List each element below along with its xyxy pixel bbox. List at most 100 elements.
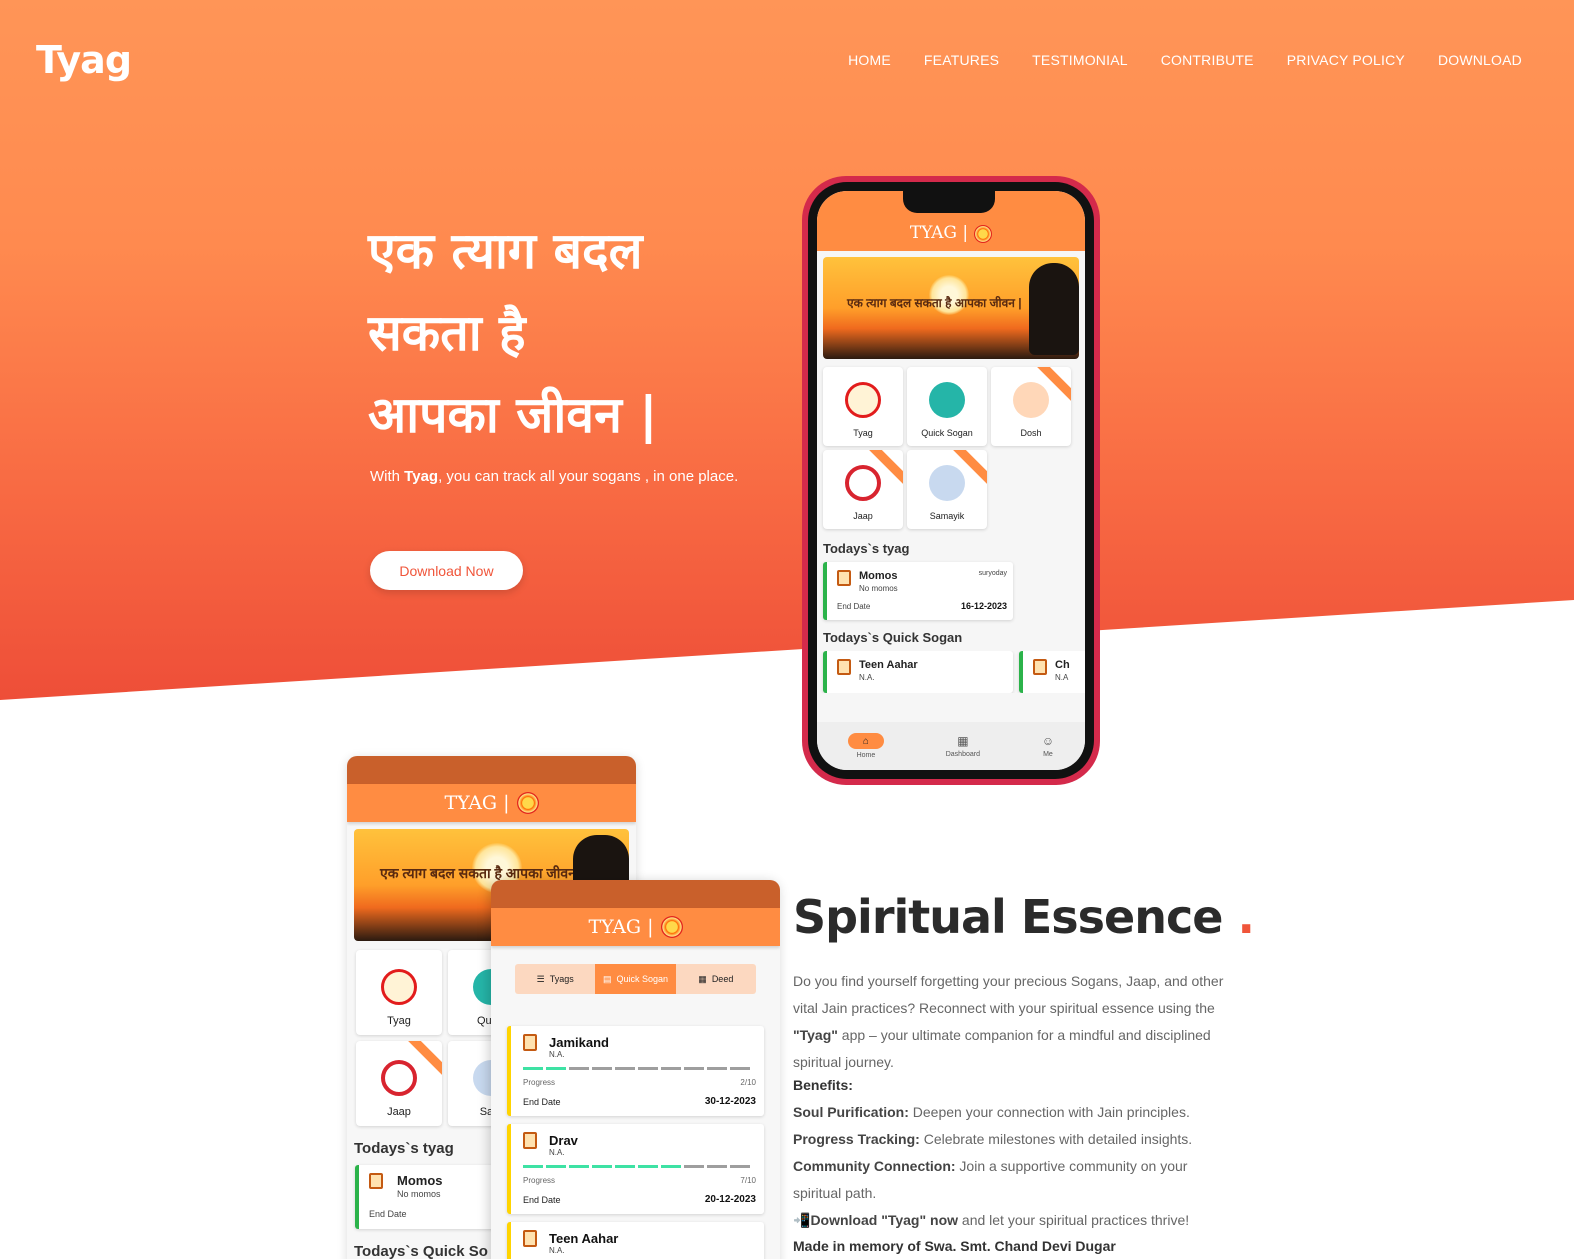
phone-download-icon: 📲 [793,1212,811,1228]
card-subtitle: No momos [397,1189,441,1199]
progress-card[interactable]: Jamikand N.A. Progress 2/10 End Date 30-… [507,1026,764,1116]
tab-tyags[interactable]: ☰ Tyags [515,964,596,994]
quick-card[interactable]: Teen Aahar N.A. [823,651,1013,693]
card-title: Momos [859,570,898,582]
nav-download[interactable]: DOWNLOAD [1438,52,1522,68]
tile-label: Tyag [387,1015,411,1027]
landing-page: Tyag HOME FEATURES TESTIMONIAL CONTRIBUT… [0,0,1574,1259]
tile-label: Samayik [929,511,965,521]
timer-icon [929,382,965,418]
app-logo-text: TYAG | [444,792,510,814]
progress-label: Progress [523,1176,556,1185]
tile-jaap[interactable]: Jaap [356,1041,442,1126]
hero-sub-text: With [370,468,405,485]
tab-label: Quick Sogan [616,974,669,984]
end-date-label: End Date [369,1209,407,1219]
banner-text: एक त्याग बदल सकता है आपका जीवन | [847,296,1022,310]
bottom-nav-dashboard[interactable]: ▦ Dashboard [946,734,980,758]
tile-dosh[interactable]: Dosh [991,367,1071,446]
download-now-button[interactable]: Download Now [370,551,523,590]
bottom-nav-me[interactable]: ☺ Me [1042,734,1054,758]
nav-contribute[interactable]: CONTRIBUTE [1161,52,1254,68]
bottom-nav: ⌂ Home ▦ Dashboard ☺ Me [817,722,1085,770]
mockup-status-bar [347,756,636,784]
feature-tiles: Tyag Quick Sogan Dosh Jaap Samayik [817,365,1085,531]
card-title: Teen Aahar [549,1231,619,1246]
benefit-text: Deepen your connection with Jain princip… [908,1104,1190,1120]
progress-card[interactable]: Teen Aahar N.A. [507,1222,764,1259]
sun-logo-icon [974,225,993,243]
benefit-item: Soul Purification: Deepen your connectio… [793,1099,1233,1126]
end-date-value: 20-12-2023 [704,1194,756,1205]
bottom-nav-label: Dashboard [945,751,980,758]
end-date-label: End Date [523,1097,561,1107]
tile-samayik[interactable]: Samayik [907,450,987,529]
tyag-card[interactable]: Momos No momos suryoday End Date 16-12-2… [823,562,1013,620]
card-tag: suryoday [978,570,1007,577]
prayer-beads-icon [845,465,881,501]
benefit-text: Celebrate milestones with detailed insig… [919,1131,1193,1147]
bottom-nav-home[interactable]: ⌂ Home [847,733,884,759]
brand-logo[interactable]: Tyag [36,38,132,82]
hero-sub-bold: Tyag [404,468,439,485]
tile-tyag[interactable]: Tyag [823,367,903,446]
body-bold: "Tyag" [793,1027,838,1043]
tile-label: Dosh [1020,428,1042,438]
body-text: Do you find yourself forgetting your pre… [793,973,1224,1016]
tab-deed[interactable]: ▦ Deed [675,964,756,994]
clipboard-icon [523,1132,537,1149]
tile-jaap[interactable]: Jaap [823,450,903,529]
grid-icon: ▤ [602,973,612,984]
benefits-heading: Benefits: [793,1077,853,1093]
tile-label: Tyag [853,428,873,438]
nav-testimonial[interactable]: TESTIMONIAL [1032,52,1128,68]
tab-label: Tyags [549,974,574,984]
tab-quick-sogan[interactable]: ▤ Quick Sogan [595,964,676,994]
quick-card[interactable]: Ch N.A [1019,651,1085,693]
clipboard-icon [837,659,851,675]
meditation-icon [929,465,965,501]
accent-dot: . [1237,890,1255,944]
tile-tyag[interactable]: Tyag [356,950,442,1035]
card-title: Momos [397,1173,443,1188]
benefit-label: Soul Purification: [793,1104,909,1120]
clipboard-icon [837,570,851,586]
section-title: Spiritual Essence . [793,890,1255,944]
card-subtitle: N.A. [549,1246,565,1255]
mockup-status-bar [491,880,780,908]
hero-title-line: आपका जीवन | [368,386,658,444]
card-title: Drav [549,1133,578,1148]
home-icon: ⌂ [847,733,884,749]
section-title-text: Spiritual Essence [793,890,1223,944]
download-bold: Download "Tyag" now [810,1212,959,1228]
card-subtitle: N.A. [549,1148,565,1157]
card-title: Ch [1055,659,1070,671]
hero-subtitle: With Tyag, you can track all your sogans… [370,468,738,485]
nav-privacy-policy[interactable]: PRIVACY POLICY [1287,52,1405,68]
nav-home[interactable]: HOME [848,52,891,68]
benefit-item: Community Connection: Join a supportive … [793,1153,1233,1207]
nav-features[interactable]: FEATURES [924,52,999,68]
no-food-icon [845,382,881,418]
phone-mockup: TYAG | एक त्याग बदल सकता है आपका जीवन | … [802,176,1100,785]
benefit-label: Progress Tracking: [793,1131,920,1147]
progress-bar [523,1165,750,1168]
hero-title-line: एक त्याग बदल [368,222,643,280]
card-subtitle: No momos [859,584,898,593]
benefits-list: Benefits: Soul Purification: Deepen your… [793,1072,1233,1234]
card-subtitle: N.A. [859,673,875,682]
end-date-value: 30-12-2023 [704,1096,756,1107]
body-text: app – your ultimate companion for a mind… [793,1027,1211,1070]
todays-tyag-heading: Todays`s tyag [823,541,910,556]
praying-person-icon [1013,382,1049,418]
todays-quick-sogan-heading: Todays`s Quick Sogan [823,630,963,645]
progress-card[interactable]: Drav N.A. Progress 7/10 End Date 20-12-2… [507,1124,764,1214]
progress-value: 2/10 [740,1078,756,1087]
tile-quick-sogan[interactable]: Quick Sogan [907,367,987,446]
clipboard-icon [523,1034,537,1051]
clipboard-icon [1033,659,1047,675]
card-subtitle: N.A [1055,673,1069,682]
app-banner: एक त्याग बदल सकता है आपका जीवन | [823,257,1079,359]
memory-note: Made in memory of Swa. Smt. Chand Devi D… [793,1238,1116,1254]
sun-logo-icon [660,916,683,938]
